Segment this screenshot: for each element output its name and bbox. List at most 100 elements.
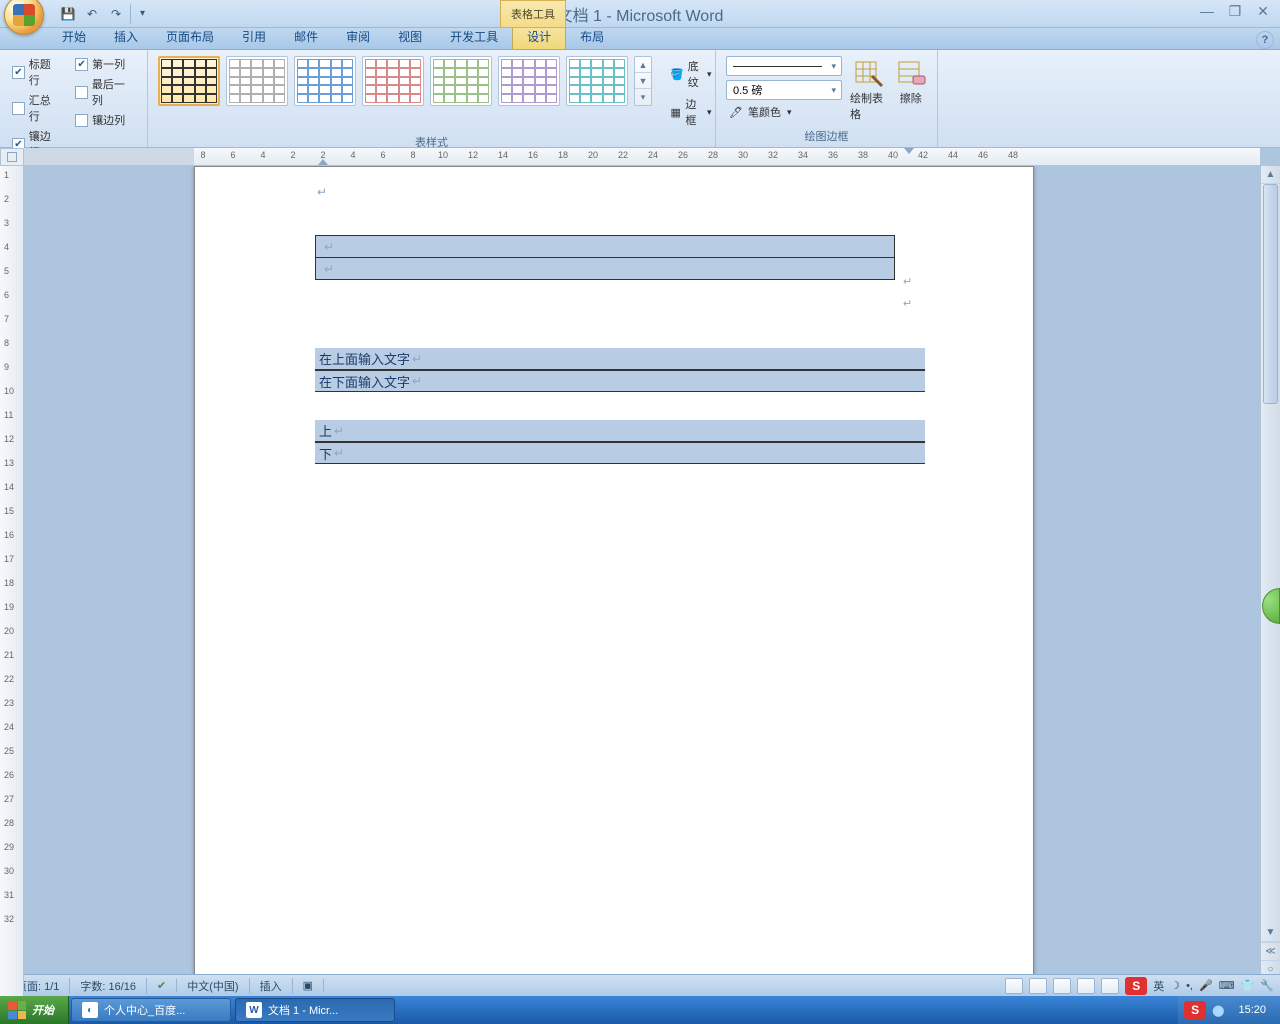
document-page[interactable]: ↵ ↵ ↵ ↵ ↵ 在上面输入文字↵ 在下面输入文字↵ 上↵ 下↵ xyxy=(194,166,1034,996)
scroll-track[interactable] xyxy=(1261,184,1280,924)
start-button[interactable]: 开始 xyxy=(0,996,69,1024)
redo-icon[interactable]: ↷ xyxy=(106,4,126,24)
tab-layout[interactable]: 页面布局 xyxy=(152,25,228,49)
checkbox-last-column[interactable]: 最后一列 xyxy=(75,76,135,108)
macro-icon[interactable]: ▣ xyxy=(293,979,324,992)
tab-review[interactable]: 审阅 xyxy=(332,25,384,49)
tab-references[interactable]: 引用 xyxy=(228,25,280,49)
line-weight-combo[interactable]: 0.5 磅▾ xyxy=(726,80,842,100)
scroll-thumb[interactable] xyxy=(1263,184,1278,404)
qat-dropdown-icon[interactable]: ▾ xyxy=(130,4,150,24)
ime-mic-icon[interactable]: 🎤 xyxy=(1199,979,1213,992)
document-viewport[interactable]: ↵ ↵ ↵ ↵ ↵ 在上面输入文字↵ 在下面输入文字↵ 上↵ 下↵ xyxy=(24,166,1260,996)
prev-page-icon[interactable]: ≪ xyxy=(1261,942,1280,960)
table-style-1[interactable] xyxy=(158,56,220,106)
borders-button[interactable]: ▦边框▾ xyxy=(666,94,716,130)
text-line-above[interactable]: 在上面输入文字↵ xyxy=(315,348,925,370)
tab-mailings[interactable]: 邮件 xyxy=(280,25,332,49)
view-web-layout-icon[interactable] xyxy=(1053,978,1071,994)
bucket-icon: 🪣 xyxy=(670,66,684,82)
text-line-shang[interactable]: 上↵ xyxy=(315,420,925,442)
line-style-combo[interactable]: ▾ xyxy=(726,56,842,76)
pen-color-button[interactable]: 🖊笔颜色▾ xyxy=(726,104,842,120)
group-draw-borders: ▾ 0.5 磅▾ 🖊笔颜色▾ 绘制表格 擦除 绘图边框 xyxy=(716,50,938,147)
tab-table-layout[interactable]: 布局 xyxy=(566,25,618,49)
text-region-1: 在上面输入文字↵ 在下面输入文字↵ xyxy=(315,348,913,392)
group-table-style-options: ✔标题行 汇总行 ✔镶边行 ✔第一列 最后一列 镶边列 表格样式选项 xyxy=(0,50,148,147)
view-draft-icon[interactable] xyxy=(1101,978,1119,994)
table-style-6[interactable] xyxy=(498,56,560,106)
paragraph-mark-icon: ↵ xyxy=(317,185,327,199)
table-cell[interactable]: ↵ xyxy=(316,258,895,280)
quick-access-toolbar: 💾 ↶ ↷ ▾ xyxy=(58,4,150,24)
tab-developer[interactable]: 开发工具 xyxy=(436,25,512,49)
vertical-scrollbar[interactable]: ▲ ▼ ≪ ○ ≫ xyxy=(1260,166,1280,996)
draw-table-button[interactable]: 绘制表格 xyxy=(848,54,889,126)
vertical-ruler[interactable]: 1234567891011121314151617181920212223242… xyxy=(0,166,24,996)
browser-icon: ◐ xyxy=(82,1002,98,1018)
tab-home[interactable]: 开始 xyxy=(48,25,100,49)
checkbox-first-column[interactable]: ✔第一列 xyxy=(75,56,135,72)
group-table-styles: ▲ ▼ ▾ 🪣底纹▾ ▦边框▾ 表样式 xyxy=(148,50,716,147)
taskbar-item-word[interactable]: W 文档 1 - Micr... xyxy=(235,998,395,1022)
text-line-xia[interactable]: 下↵ xyxy=(315,442,925,464)
checkbox-total-row[interactable]: 汇总行 xyxy=(12,92,61,124)
view-outline-icon[interactable] xyxy=(1077,978,1095,994)
table-style-2[interactable] xyxy=(226,56,288,106)
tray-shield-icon[interactable]: ⬤ xyxy=(1212,1004,1224,1017)
ime-skin-icon[interactable]: 👕 xyxy=(1241,979,1255,992)
ruler-corner[interactable] xyxy=(0,148,24,166)
restore-button[interactable]: ❐ xyxy=(1222,2,1248,20)
word-icon: W xyxy=(246,1002,262,1018)
tray-sogou-icon[interactable]: S xyxy=(1184,1001,1206,1019)
spellcheck-icon[interactable]: ✔ xyxy=(147,979,177,992)
horizontal-ruler[interactable]: 8642246810121416182022242628303234363840… xyxy=(24,148,1260,166)
status-words[interactable]: 字数: 16/16 xyxy=(70,978,147,994)
editor-area: 8642246810121416182022242628303234363840… xyxy=(0,148,1280,996)
taskbar-item-browser[interactable]: ◐ 个人中心_百度... xyxy=(71,998,231,1022)
table-style-5[interactable] xyxy=(430,56,492,106)
status-mode[interactable]: 插入 xyxy=(250,978,293,994)
checkbox-header-row[interactable]: ✔标题行 xyxy=(12,56,61,88)
minimize-button[interactable]: — xyxy=(1194,2,1220,20)
tab-insert[interactable]: 插入 xyxy=(100,25,152,49)
ime-lang-indicator[interactable]: 英 xyxy=(1153,978,1164,994)
ime-punct-icon[interactable]: •, xyxy=(1186,980,1193,992)
view-print-layout-icon[interactable] xyxy=(1005,978,1023,994)
ime-moon-icon[interactable]: ☽ xyxy=(1170,979,1180,992)
eraser-icon xyxy=(895,58,927,90)
undo-icon[interactable]: ↶ xyxy=(82,4,102,24)
help-button[interactable]: ? xyxy=(1256,31,1274,49)
gallery-more-icon[interactable]: ▾ xyxy=(635,89,651,105)
group-label: 绘图边框 xyxy=(722,126,931,147)
gallery-down-icon[interactable]: ▼ xyxy=(635,73,651,89)
table-cell[interactable]: ↵ xyxy=(316,236,895,258)
table-style-4[interactable] xyxy=(362,56,424,106)
ribbon-tabs: 开始 插入 页面布局 引用 邮件 审阅 视图 开发工具 设计 布局 ? xyxy=(0,28,1280,50)
status-language[interactable]: 中文(中国) xyxy=(177,978,249,994)
scroll-up-icon[interactable]: ▲ xyxy=(1261,166,1280,184)
ime-tool-icon[interactable]: 🔧 xyxy=(1260,979,1274,992)
tab-view[interactable]: 视图 xyxy=(384,25,436,49)
scroll-down-icon[interactable]: ▼ xyxy=(1261,924,1280,942)
sogou-ime-icon[interactable]: S xyxy=(1125,977,1147,995)
status-bar: 页面: 1/1 字数: 16/16 ✔ 中文(中国) 插入 ▣ S 英 ☽ •,… xyxy=(0,974,1280,996)
text-line-below[interactable]: 在下面输入文字↵ xyxy=(315,370,925,392)
system-tray: S ⬤ 15:20 xyxy=(1178,996,1280,1024)
shading-button[interactable]: 🪣底纹▾ xyxy=(666,56,716,92)
save-icon[interactable]: 💾 xyxy=(58,4,78,24)
gallery-scroll: ▲ ▼ ▾ xyxy=(634,56,652,106)
ime-keyboard-icon[interactable]: ⌨ xyxy=(1219,979,1235,992)
tray-clock[interactable]: 15:20 xyxy=(1230,1004,1274,1016)
window-title: 文档 1 - Microsoft Word xyxy=(557,2,724,26)
border-icon: ▦ xyxy=(670,104,681,120)
view-full-screen-icon[interactable] xyxy=(1029,978,1047,994)
eraser-button[interactable]: 擦除 xyxy=(891,54,932,110)
gallery-up-icon[interactable]: ▲ xyxy=(635,57,651,73)
table-style-3[interactable] xyxy=(294,56,356,106)
table-style-7[interactable] xyxy=(566,56,628,106)
windows-logo-icon xyxy=(8,1001,26,1019)
close-button[interactable]: ✕ xyxy=(1250,2,1276,20)
checkbox-banded-columns[interactable]: 镶边列 xyxy=(75,112,135,128)
table-1[interactable]: ↵ ↵ xyxy=(315,235,895,280)
